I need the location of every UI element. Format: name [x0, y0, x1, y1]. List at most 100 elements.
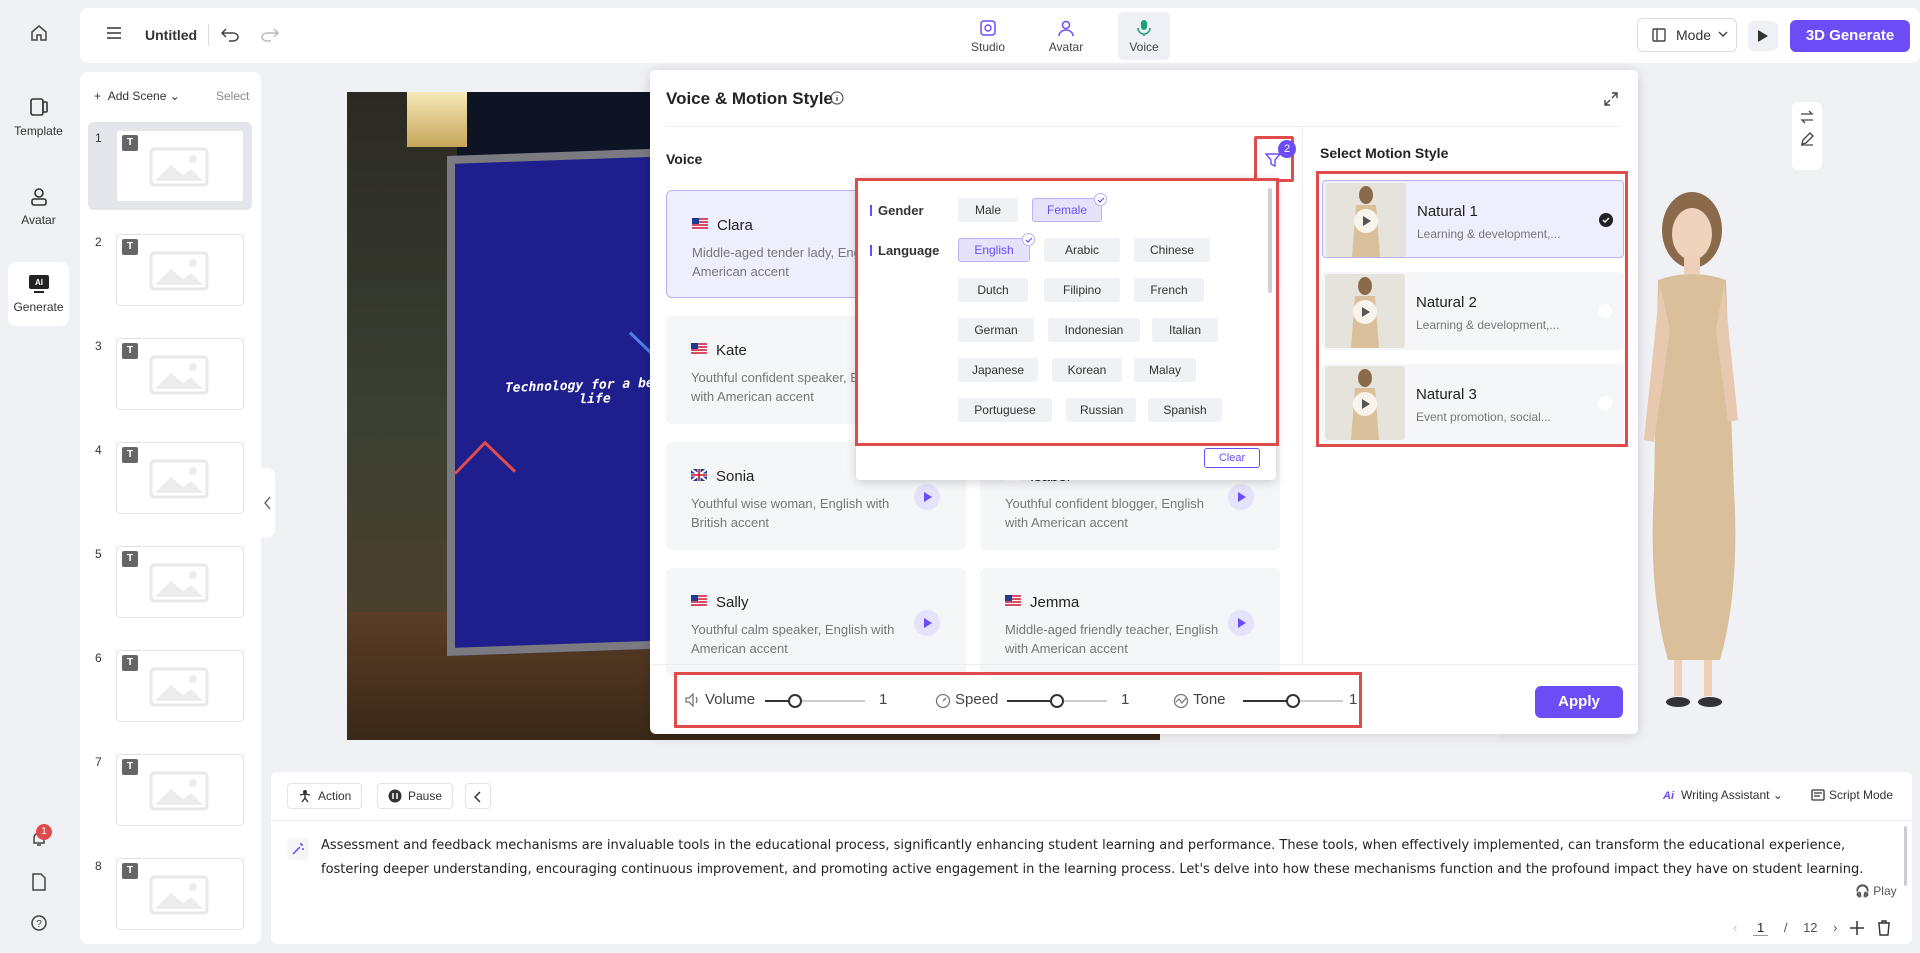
scene-card[interactable]: 3 T — [88, 330, 252, 418]
voice-preview-button[interactable] — [914, 484, 940, 510]
page-current[interactable]: 1 — [1752, 920, 1769, 936]
filter-chip-russian[interactable]: Russian — [1066, 398, 1136, 422]
filter-icon — [1265, 153, 1281, 168]
voice-preview-button[interactable] — [1228, 484, 1254, 510]
scene-card[interactable]: 2 T — [88, 226, 252, 314]
mode-dropdown[interactable]: Mode — [1637, 18, 1737, 52]
select-scenes-button[interactable]: Select — [216, 89, 249, 103]
filter-chip-italian[interactable]: Italian — [1152, 318, 1218, 342]
edit-icon[interactable] — [1800, 132, 1814, 146]
generate-button[interactable]: 3D Generate — [1790, 20, 1910, 52]
slider-knob[interactable] — [1050, 694, 1064, 708]
scrollbar[interactable] — [1904, 826, 1907, 886]
filter-chip-french[interactable]: French — [1134, 278, 1204, 302]
expand-icon[interactable] — [1604, 92, 1618, 106]
radio-button[interactable] — [1598, 304, 1612, 318]
script-play-button[interactable]: 🎧 Play — [1855, 884, 1897, 898]
scene-card[interactable]: 8 T — [88, 850, 252, 938]
check-icon — [1094, 193, 1107, 206]
filter-chip-japanese[interactable]: Japanese — [958, 358, 1038, 382]
collapse-panel-button[interactable] — [261, 468, 275, 538]
filter-chip-filipino[interactable]: Filipino — [1044, 278, 1120, 302]
help-button[interactable]: ? — [8, 914, 69, 938]
filter-chip-spanish[interactable]: Spanish — [1148, 398, 1222, 422]
filter-chip-dutch[interactable]: Dutch — [958, 278, 1028, 302]
info-icon[interactable] — [830, 91, 844, 105]
menu-button[interactable] — [106, 26, 122, 43]
rail-template[interactable]: Template — [8, 96, 69, 146]
filter-chip-male[interactable]: Male — [958, 198, 1018, 222]
chevron-left-icon — [264, 496, 271, 510]
motion-card[interactable]: Natural 1 Learning & development,... — [1322, 180, 1624, 258]
trash-icon[interactable] — [1877, 920, 1891, 936]
filter-chip-english[interactable]: English — [958, 233, 1035, 262]
scene-card[interactable]: 7 T — [88, 746, 252, 834]
slider-knob[interactable] — [788, 694, 802, 708]
scene-card[interactable]: 4 T — [88, 434, 252, 522]
slider-track[interactable] — [1243, 694, 1343, 708]
add-scene-button[interactable]: + Add Scene ⌄ — [94, 89, 180, 103]
voice-card[interactable]: Jemma Middle-aged friendly teacher, Engl… — [980, 568, 1280, 676]
rail-generate[interactable]: AI Generate — [8, 262, 69, 326]
scene-card[interactable]: 1 T — [88, 122, 252, 210]
slider-track[interactable] — [765, 694, 865, 708]
home-button[interactable] — [8, 24, 69, 48]
motion-preview-button[interactable] — [1353, 300, 1377, 324]
motion-card[interactable]: Natural 3 Event promotion, social... — [1322, 364, 1624, 442]
filter-chip-malay[interactable]: Malay — [1134, 358, 1196, 382]
preview-play-button[interactable] — [1748, 21, 1778, 51]
selected-check-icon — [1599, 213, 1613, 227]
docs-button[interactable] — [8, 873, 69, 897]
studio-icon — [980, 20, 996, 36]
back-button[interactable] — [465, 783, 491, 809]
voice-card[interactable]: Sally Youthful calm speaker, English wit… — [666, 568, 966, 676]
voice-description: Youthful wise woman, English with Britis… — [691, 496, 890, 530]
tab-voice[interactable]: Voice — [1118, 12, 1170, 60]
project-title[interactable]: Untitled — [145, 27, 197, 43]
action-button[interactable]: Action — [287, 783, 363, 809]
tab-studio[interactable]: Studio — [962, 12, 1014, 60]
filter-chip-indonesian[interactable]: Indonesian — [1048, 318, 1140, 342]
filter-chip-female[interactable]: Female — [1032, 193, 1107, 222]
voice-filter-button[interactable]: 2 — [1254, 136, 1296, 182]
redo-button[interactable] — [260, 26, 280, 45]
undo-button[interactable] — [220, 26, 240, 45]
swap-icon[interactable] — [1800, 110, 1814, 124]
motion-card[interactable]: Natural 2 Learning & development,... — [1322, 272, 1624, 350]
page-total: 12 — [1803, 920, 1818, 935]
prev-page-icon[interactable]: ‹ — [1733, 920, 1737, 935]
voice-description: Middle-aged friendly teacher, English wi… — [1005, 622, 1219, 656]
scene-card[interactable]: 6 T — [88, 642, 252, 730]
magic-edit-button[interactable] — [287, 838, 309, 860]
tab-studio-label: Studio — [970, 40, 1006, 54]
filter-chip-german[interactable]: German — [958, 318, 1034, 342]
slider-knob[interactable] — [1286, 694, 1300, 708]
pause-button[interactable]: Pause — [377, 783, 454, 809]
script-text[interactable]: Assessment and feedback mechanisms are i… — [321, 834, 1891, 882]
radio-button[interactable] — [1598, 396, 1612, 410]
tab-avatar[interactable]: Avatar — [1040, 12, 1092, 60]
next-page-icon[interactable]: › — [1833, 920, 1837, 935]
filter-chip-portuguese[interactable]: Portuguese — [958, 398, 1052, 422]
motion-preview-button[interactable] — [1353, 392, 1377, 416]
check-icon — [1022, 233, 1035, 246]
add-icon[interactable] — [1849, 920, 1865, 936]
filter-chip-arabic[interactable]: Arabic — [1044, 238, 1120, 262]
slider-track[interactable] — [1007, 694, 1107, 708]
image-placeholder-icon — [149, 355, 209, 395]
filter-chip-korean[interactable]: Korean — [1052, 358, 1122, 382]
voice-preview-button[interactable] — [914, 610, 940, 636]
scene-card[interactable]: 5 T — [88, 538, 252, 626]
writing-assistant-dropdown[interactable]: Ai Writing Assistant ⌄ — [1662, 788, 1783, 802]
motion-preview-button[interactable] — [1354, 209, 1378, 233]
add-scene-label: Add Scene — [107, 89, 167, 103]
rail-avatar[interactable]: Avatar — [8, 185, 69, 235]
divider — [650, 664, 1638, 665]
voice-preview-button[interactable] — [1228, 610, 1254, 636]
script-mode-button[interactable]: Script Mode — [1811, 788, 1893, 802]
scrollbar[interactable] — [1268, 188, 1272, 293]
notification-button[interactable]: 1 — [8, 824, 69, 854]
apply-button[interactable]: Apply — [1535, 686, 1623, 718]
clear-filter-button[interactable]: Clear — [1204, 448, 1260, 468]
filter-chip-chinese[interactable]: Chinese — [1134, 238, 1210, 262]
